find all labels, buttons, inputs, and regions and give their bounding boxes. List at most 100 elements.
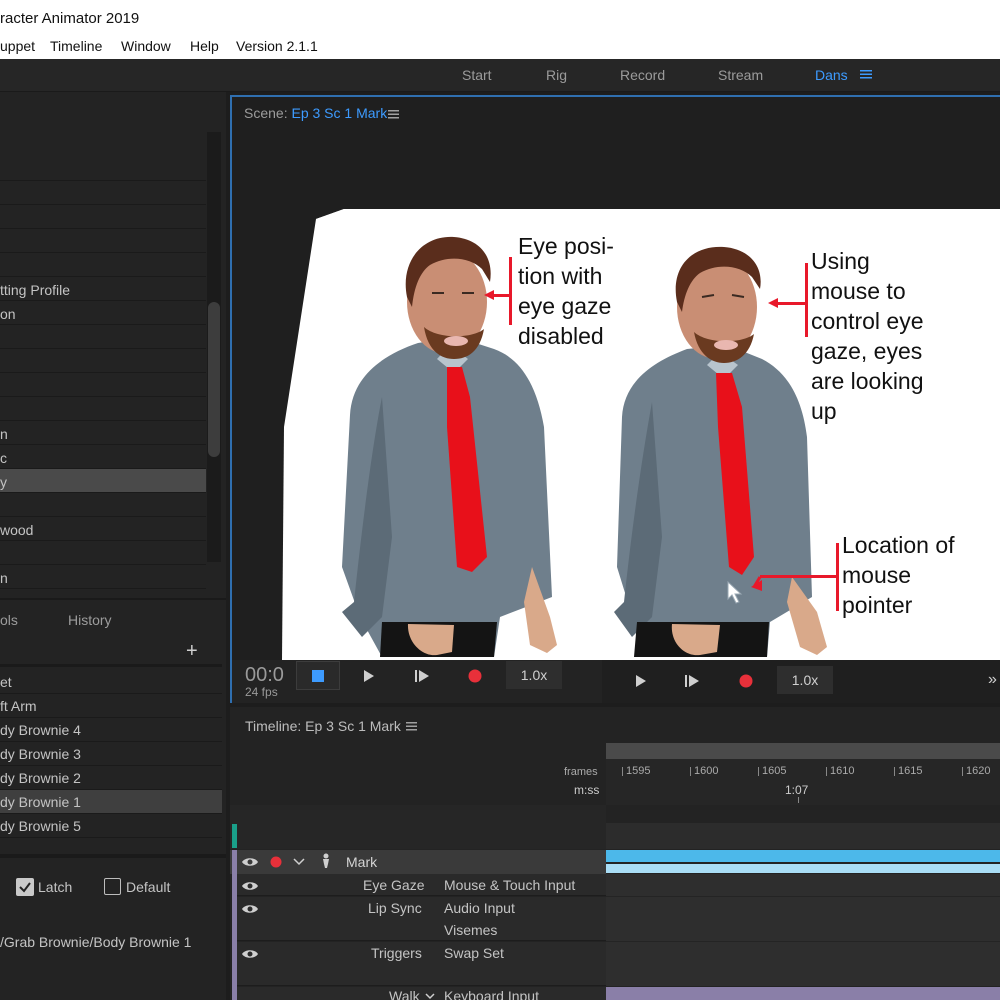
project-list-scrollbar[interactable]: [207, 132, 221, 562]
frame-tick: 1610: [825, 765, 855, 777]
puppet-track-bar[interactable]: [606, 850, 1000, 862]
frame-tick: 1600: [689, 765, 719, 777]
divider: [0, 854, 226, 858]
stop-icon: [312, 670, 324, 682]
record-icon[interactable]: [739, 674, 753, 688]
project-list-item[interactable]: tting Profile: [0, 277, 206, 301]
frame-tick: 1595: [621, 765, 651, 777]
project-list-item[interactable]: [0, 181, 206, 205]
play-icon[interactable]: [362, 669, 376, 683]
puppet-track-bar-light[interactable]: [606, 864, 1000, 873]
panel-tab-bar: ols History: [0, 598, 226, 638]
properties-list-item[interactable]: dy Brownie 4: [0, 718, 222, 742]
workspace-tab-stream[interactable]: Stream: [718, 67, 763, 83]
properties-list-item[interactable]: dy Brownie 2: [0, 766, 222, 790]
eye-icon[interactable]: [241, 880, 259, 892]
default-checkbox[interactable]: [104, 878, 121, 895]
track-area[interactable]: [606, 874, 1000, 986]
workspace-tab-record[interactable]: Record: [620, 67, 665, 83]
properties-list-item[interactable]: dy Brownie 5: [0, 814, 222, 838]
annotation-eye-gaze-disabled: Eye posi- tion with eye gaze disabled: [518, 231, 614, 351]
project-list-item[interactable]: [0, 205, 206, 229]
tab-history[interactable]: History: [68, 612, 112, 628]
properties-list-item[interactable]: ft Arm: [0, 694, 222, 718]
project-list-item[interactable]: [0, 229, 206, 253]
tab-controls[interactable]: ols: [0, 612, 18, 628]
title-bar: racter Animator 2019: [0, 0, 1000, 34]
project-list-item[interactable]: n: [0, 421, 206, 445]
time-marker: 1:07: [785, 783, 809, 797]
menu-window[interactable]: Window: [121, 38, 171, 54]
project-list-item[interactable]: n: [0, 565, 206, 589]
record-icon[interactable]: [468, 669, 482, 683]
behavior-input: Keyboard Input: [444, 988, 539, 1000]
frame-tick: 1620: [961, 765, 991, 777]
workspace-menu-icon[interactable]: [860, 68, 872, 83]
workspace-tab-dans[interactable]: Dans: [815, 67, 848, 83]
project-list-item[interactable]: c: [0, 445, 206, 469]
project-list-item[interactable]: [0, 157, 206, 181]
project-list-item[interactable]: [0, 541, 206, 565]
workspace-tab-start[interactable]: Start: [462, 67, 492, 83]
timeline-group-row: [230, 823, 606, 849]
chevron-down-icon[interactable]: [425, 993, 435, 1000]
annotation-line: Location of: [842, 532, 955, 558]
track-divider: [606, 896, 1000, 897]
project-list-item[interactable]: wood: [0, 517, 206, 541]
properties-list-item[interactable]: dy Brownie 1: [0, 790, 222, 814]
timeline-panel: Timeline: Ep 3 Sc 1 Mark frames m:ss 159…: [230, 707, 1000, 1000]
annotation-line: Using: [811, 248, 870, 274]
walk-track-bar[interactable]: [606, 987, 1000, 1000]
record-arm-icon[interactable]: [270, 856, 282, 868]
chevron-down-icon[interactable]: [293, 858, 305, 866]
step-forward-icon[interactable]: [414, 669, 430, 683]
group-color-chip: [232, 824, 237, 848]
add-button[interactable]: +: [186, 640, 198, 663]
playback-speed[interactable]: 1.0x: [506, 661, 562, 689]
project-list-item[interactable]: y: [0, 469, 206, 493]
menu-version[interactable]: Version 2.1.1: [236, 38, 318, 54]
project-list-item[interactable]: [0, 397, 206, 421]
behavior-name: Eye Gaze: [363, 877, 425, 893]
menu-timeline[interactable]: Timeline: [50, 38, 102, 54]
time-marker-tick: [798, 797, 799, 803]
playback-speed[interactable]: 1.0x: [777, 666, 833, 694]
project-list-item[interactable]: [0, 253, 206, 277]
behavior-name: Lip Sync: [368, 900, 422, 916]
app-title: racter Animator 2019: [0, 10, 140, 27]
menu-puppet[interactable]: uppet: [0, 38, 35, 54]
play-icon[interactable]: [634, 674, 648, 688]
project-list-item[interactable]: [0, 373, 206, 397]
timeline-menu-icon[interactable]: [406, 720, 418, 735]
annotation-line: tion with: [518, 263, 603, 289]
properties-list-item[interactable]: et: [0, 670, 222, 694]
menu-help[interactable]: Help: [190, 38, 219, 54]
step-forward-icon[interactable]: [684, 674, 700, 688]
track-area: [606, 823, 1000, 849]
annotation-line: disabled: [518, 323, 604, 349]
annotation-line: eye gaze: [518, 293, 612, 319]
eye-icon[interactable]: [241, 903, 259, 915]
current-time: 00:0: [245, 664, 284, 686]
latch-checkbox[interactable]: [16, 878, 34, 896]
project-list-item[interactable]: [0, 349, 206, 373]
annotation-mouse-pointer: Location of mouse pointer: [842, 530, 955, 620]
properties-list-item[interactable]: dy Brownie 3: [0, 742, 222, 766]
timeline-ruler[interactable]: [606, 759, 1000, 805]
annotation-line: are looking: [811, 368, 924, 394]
behavior-row[interactable]: [237, 987, 606, 1000]
eye-icon[interactable]: [241, 948, 259, 960]
scrollbar-thumb[interactable]: [208, 302, 220, 457]
workspace-tab-rig[interactable]: Rig: [546, 67, 567, 83]
stop-button[interactable]: [296, 661, 340, 690]
expand-icon[interactable]: »: [988, 671, 997, 689]
puppet-row[interactable]: [230, 850, 606, 874]
annotation-mouse-control: Using mouse to control eye gaze, eyes ar…: [811, 246, 924, 426]
eye-icon[interactable]: [241, 856, 259, 868]
divider: [0, 664, 222, 667]
project-list-item[interactable]: [0, 325, 206, 349]
timeline-scroll-track[interactable]: [606, 743, 1000, 759]
scene-panel: Scene: Ep 3 Sc 1 Mark Eye posi- tion wit…: [230, 95, 1000, 703]
project-list-item[interactable]: [0, 493, 206, 517]
project-list-item[interactable]: on: [0, 301, 206, 325]
